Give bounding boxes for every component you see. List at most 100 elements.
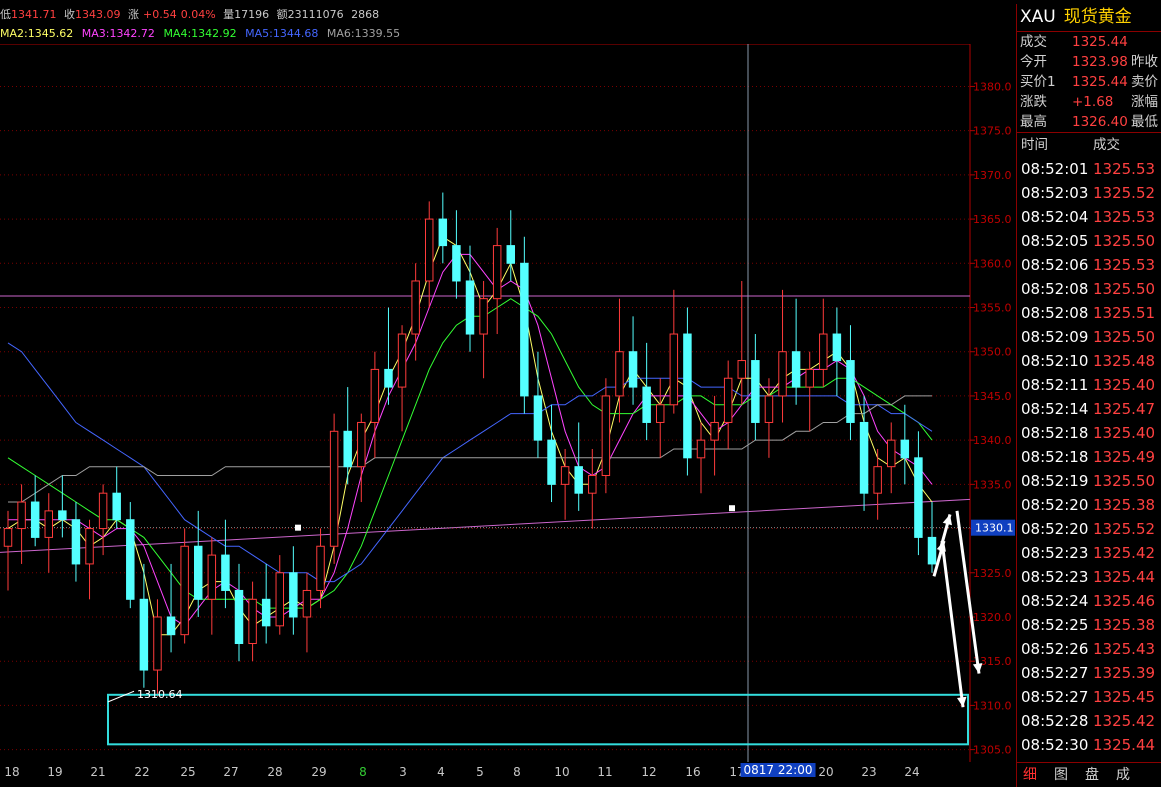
- tick-row: 08:52:11 1325.40: [1017, 373, 1161, 397]
- ma4-label: MA4:1342.92: [163, 27, 237, 40]
- candle-up: [696, 439, 706, 459]
- kline-chart[interactable]: 1305.01310.01315.01320.01325.01330.01335…: [0, 44, 1015, 762]
- candle-up: [669, 333, 679, 406]
- y-tick-label: 1305.0: [973, 744, 1012, 757]
- candle-up: [316, 545, 325, 591]
- tick-time: 08:52:26: [1021, 640, 1089, 658]
- x-tick-label: 8: [359, 765, 367, 779]
- tick-time: 08:52:03: [1021, 184, 1089, 202]
- candle-down: [166, 616, 176, 636]
- tick-row: 08:52:08 1325.51: [1017, 301, 1161, 325]
- candle-up: [329, 430, 339, 547]
- tab-chart[interactable]: 图: [1054, 764, 1068, 784]
- y-tick-label: 1310.0: [973, 699, 1012, 712]
- x-tick-label: 18: [4, 765, 20, 779]
- candle-up: [370, 368, 380, 423]
- current-price-label: 1330.1: [975, 522, 1014, 535]
- tick-time: 08:52:01: [1021, 160, 1089, 178]
- candle-down: [574, 466, 583, 494]
- y-tick-label: 1345.0: [973, 390, 1012, 403]
- tick-time: 08:52:05: [1021, 232, 1089, 250]
- candle-up: [248, 598, 257, 645]
- tick-time: 08:52:25: [1021, 616, 1089, 634]
- tick-time: 08:52:23: [1021, 544, 1089, 562]
- tick-row: 08:52:19 1325.50: [1017, 469, 1161, 493]
- candle-up: [560, 466, 570, 485]
- amount-label: 额: [276, 8, 288, 21]
- y-tick-label: 1320.0: [973, 611, 1012, 624]
- trend-line: [0, 498, 971, 553]
- y-tick-label: 1340.0: [973, 434, 1012, 447]
- tick-time: 08:52:19: [1021, 472, 1089, 490]
- quote-key: 买价1: [1020, 74, 1056, 90]
- tick-row: 08:52:09 1325.50: [1017, 325, 1161, 349]
- quote-key: 今开: [1020, 54, 1047, 70]
- tick-price: 1325.38: [1093, 496, 1156, 514]
- x-axis: 18 19 21 22 25 27 28 29 8 3 4 5 8 10 11 12 16 17 20 23 24 081…: [0, 762, 1015, 782]
- quote-row: 最高 1326.40 最低: [1017, 112, 1161, 132]
- x-tick-label: 25: [180, 765, 196, 779]
- candle-down: [234, 589, 244, 645]
- candle-up: [397, 333, 407, 388]
- candle-down: [506, 245, 516, 264]
- tick-row: 08:52:03 1325.52: [1017, 181, 1161, 205]
- low-annotation-line: [107, 690, 135, 703]
- tab-orderbook[interactable]: 盘: [1085, 764, 1099, 784]
- tick-time: 08:52:08: [1021, 304, 1089, 322]
- candle-up: [886, 439, 896, 468]
- candle-down: [71, 519, 81, 565]
- y-tick-label: 1350.0: [973, 346, 1012, 359]
- y-tick-label: 1355.0: [973, 302, 1012, 315]
- quote-panel: XAU 现货黄金 成交 1325.44 今开 1323.98 昨收 买价1 1325.44 卖价…: [1016, 4, 1161, 787]
- tick-row: 08:52:27 1325.45: [1017, 685, 1161, 709]
- y-tick-label: 1380.0: [973, 80, 1012, 93]
- candle-down: [221, 554, 230, 591]
- arrow-down-long: [940, 540, 965, 708]
- candle-down: [533, 395, 543, 441]
- y-tick-label: 1335.0: [973, 478, 1012, 491]
- ticks-header-time: 时间: [1021, 137, 1048, 153]
- tick-list[interactable]: 08:52:01 1325.53 08:52:03 1325.52 08:52:04 13…: [1017, 157, 1161, 757]
- tick-row: 08:52:14 1325.47: [1017, 397, 1161, 421]
- quote-key-2: 涨幅: [1131, 94, 1158, 110]
- candle-down: [384, 368, 393, 388]
- tick-time: 08:52:20: [1021, 520, 1089, 538]
- candle-up: [357, 421, 366, 468]
- tick-price: 1325.39: [1093, 664, 1156, 682]
- candle-down: [452, 245, 461, 282]
- tick-price: 1325.48: [1093, 352, 1156, 370]
- tick-price: 1325.51: [1093, 304, 1156, 322]
- candle-up: [710, 421, 719, 441]
- tick-time: 08:52:09: [1021, 328, 1089, 346]
- candle-down: [914, 457, 923, 538]
- quote-value: 1325.44: [1072, 34, 1128, 50]
- tab-trades[interactable]: 成: [1116, 764, 1130, 784]
- tick-time: 08:52:23: [1021, 568, 1089, 586]
- change-pct: 0.04%: [180, 8, 216, 21]
- candle-up: [98, 492, 108, 530]
- candle-up: [153, 616, 162, 671]
- x-tick-label: 27: [223, 765, 239, 779]
- ma3-label: MA3:1342.72: [81, 27, 155, 40]
- candle-up: [492, 245, 502, 300]
- y-tick-label: 1375.0: [973, 125, 1012, 138]
- quote-row: 涨跌 +1.68 涨幅: [1017, 92, 1161, 112]
- tick-row: 08:52:10 1325.48: [1017, 349, 1161, 373]
- quote-value: 1326.40: [1072, 114, 1128, 130]
- tick-price: 1325.53: [1093, 256, 1156, 274]
- low-annotation-label: 1310.64: [137, 688, 183, 701]
- tick-price: 1325.52: [1093, 184, 1156, 202]
- symbol-name: 现货黄金: [1063, 7, 1132, 27]
- tick-price: 1325.50: [1093, 328, 1156, 346]
- x-tick-label: 8: [513, 765, 521, 779]
- tick-time: 08:52:24: [1021, 592, 1089, 610]
- tab-detail[interactable]: 细: [1023, 764, 1037, 784]
- candle-down: [438, 218, 448, 247]
- candle-down: [261, 598, 271, 627]
- candle-down: [112, 492, 121, 521]
- tick-price: 1325.44: [1093, 568, 1156, 586]
- quote-value: 1323.98: [1072, 54, 1128, 70]
- highlight-box: [107, 693, 969, 746]
- tick-price: 1325.52: [1093, 520, 1156, 538]
- candle-up: [873, 466, 882, 494]
